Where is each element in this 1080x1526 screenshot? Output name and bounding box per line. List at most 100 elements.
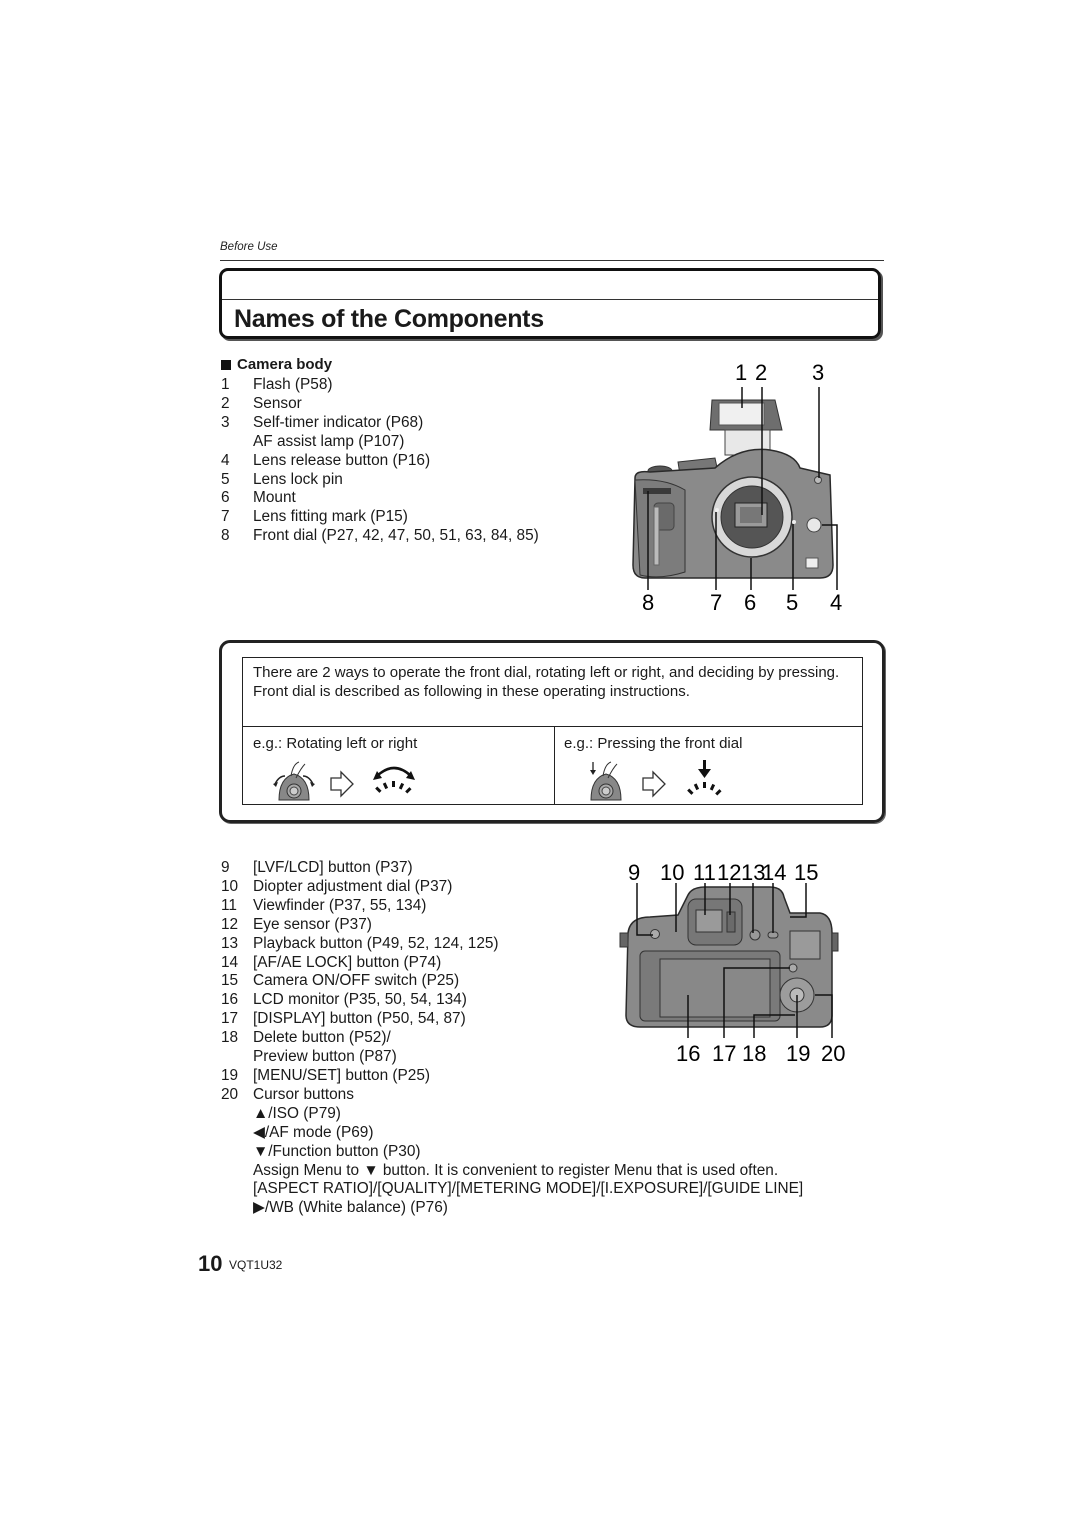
item-text: Viewfinder (P37, 55, 134) xyxy=(253,896,427,914)
list-item: 3 Self-timer indicator (P68) xyxy=(221,414,539,433)
callout-17: 17 xyxy=(712,1041,736,1066)
list-item: 20 Cursor buttons xyxy=(221,1086,803,1105)
front-dial-info-table: There are 2 ways to operate the front di… xyxy=(242,657,863,805)
section-label: Before Use xyxy=(220,241,278,253)
list-item: 1 Flash (P58) xyxy=(221,376,539,395)
item-text: Camera ON/OFF switch (P25) xyxy=(253,972,460,990)
page-title: Names of the Components xyxy=(234,305,544,333)
callout-15: 15 xyxy=(794,860,818,885)
item-text: Lens release button (P16) xyxy=(253,451,431,469)
callout-5: 5 xyxy=(786,590,798,615)
info-paragraph-1: There are 2 ways to operate the front di… xyxy=(253,664,840,681)
callout-1: 1 xyxy=(735,360,747,385)
callout-11: 11 xyxy=(693,860,716,885)
cursor-up-text: /ISO (P79) xyxy=(268,1104,341,1122)
callout-2: 2 xyxy=(755,360,767,385)
callout-7: 7 xyxy=(710,590,722,615)
item-text: Front dial (P27, 42, 47, 50, 51, 63, 84,… xyxy=(253,527,539,545)
item-text: Delete button (P52)/ xyxy=(253,1029,391,1047)
item-number: 13 xyxy=(221,934,239,952)
item-text: Cursor buttons xyxy=(253,1085,354,1103)
list-item-continuation: AF assist lamp (P107) xyxy=(253,432,405,450)
camera-body-heading: Camera body xyxy=(221,356,332,373)
dial-press-hand-icon xyxy=(590,761,622,801)
item-text: Mount xyxy=(253,489,296,507)
title-box: Names of the Components xyxy=(219,268,881,339)
callout-12: 12 xyxy=(717,860,741,885)
item-text: Lens fitting mark (P15) xyxy=(253,508,408,526)
callout-16: 16 xyxy=(676,1041,700,1066)
page-number: 10 xyxy=(198,1251,223,1276)
callout-3: 3 xyxy=(812,360,824,385)
item-number: 7 xyxy=(221,508,230,526)
item-text: [AF/AE LOCK] button (P74) xyxy=(253,953,442,971)
item-number: 2 xyxy=(221,394,230,412)
item-text: [LVF/LCD] button (P37) xyxy=(253,859,413,876)
press-example-label: e.g.: Pressing the front dial xyxy=(564,735,743,752)
item-number: 9 xyxy=(221,859,230,876)
item-text: Diopter adjustment dial (P37) xyxy=(253,877,453,895)
list-item: 7 Lens fitting mark (P15) xyxy=(221,508,539,527)
item-text: Eye sensor (P37) xyxy=(253,915,372,933)
camera-back-illustration: 9 10 11 12 13 14 15 16 17 18 19 20 xyxy=(619,860,845,1066)
document-code: VQT1U32 xyxy=(229,1258,283,1272)
list-item: 6 Mount xyxy=(221,489,539,508)
item-number: 17 xyxy=(221,1010,239,1028)
item-number: 1 xyxy=(221,376,230,393)
cursor-down-item: ▼/Function button (P30) xyxy=(221,1143,803,1162)
arrow-right-outline-icon xyxy=(642,770,666,798)
square-bullet-icon xyxy=(221,359,231,370)
press-down-icon xyxy=(687,760,722,796)
callout-18: 18 xyxy=(742,1041,766,1066)
callout-8: 8 xyxy=(642,590,654,615)
list-item: 4 Lens release button (P16) xyxy=(221,452,539,471)
item-number: 10 xyxy=(221,877,239,895)
item-number: 15 xyxy=(221,972,239,990)
item-number: 11 xyxy=(221,896,237,914)
item-number: 14 xyxy=(221,953,239,971)
callout-20: 20 xyxy=(821,1041,845,1066)
rotate-example-icons xyxy=(273,761,415,801)
header-rule xyxy=(220,260,884,261)
item-text: Flash (P58) xyxy=(253,376,333,393)
list-item: 8 Front dial (P27, 42, 47, 50, 51, 63, 84… xyxy=(221,527,539,546)
item-number: 5 xyxy=(221,470,230,488)
item-text: Playback button (P49, 52, 124, 125) xyxy=(253,934,499,952)
info-paragraph-2: Front dial is described as following in … xyxy=(253,682,690,700)
item-number: 3 xyxy=(221,413,230,431)
item-text: Self-timer indicator (P68) xyxy=(253,413,424,431)
item-number: 16 xyxy=(221,991,239,1009)
triangle-left-icon: ◀ xyxy=(253,1123,265,1141)
arrow-right-outline-icon xyxy=(330,770,354,798)
item-text: LCD monitor (P35, 50, 54, 134) xyxy=(253,991,467,1009)
item-number: 8 xyxy=(221,527,230,545)
item-number: 6 xyxy=(221,489,230,507)
item-text: [DISPLAY] button (P50, 54, 87) xyxy=(253,1010,466,1028)
cursor-right-text: /WB (White balance) (P76) xyxy=(264,1199,448,1217)
cursor-left-item: ◀/AF mode (P69) xyxy=(221,1124,803,1143)
triangle-right-icon: ▶ xyxy=(253,1199,265,1217)
callout-14: 14 xyxy=(762,860,786,885)
callout-6: 6 xyxy=(744,590,756,615)
item-text: Sensor xyxy=(253,394,302,412)
callout-19: 19 xyxy=(786,1041,810,1066)
item-number: 20 xyxy=(221,1085,239,1103)
item-text: Lens lock pin xyxy=(253,470,343,488)
info-column-divider xyxy=(554,726,555,804)
item-text: [MENU/SET] button (P25) xyxy=(253,1066,431,1084)
info-divider xyxy=(243,726,862,727)
camera-front-illustration: 1 2 3 4 5 6 7 8 xyxy=(632,360,842,615)
title-inner-rule xyxy=(222,299,878,300)
list-item: 5 Lens lock pin xyxy=(221,471,539,490)
cursor-left-text: /AF mode (P69) xyxy=(264,1123,374,1141)
list-item: 2 Sensor xyxy=(221,395,539,414)
cursor-up-item: ▲/ISO (P79) xyxy=(221,1105,803,1124)
front-components-list: 1 Flash (P58) 2 Sensor 3 Self-timer indicat… xyxy=(221,376,539,546)
camera-front-body xyxy=(632,399,834,579)
item-number: 18 xyxy=(221,1029,239,1047)
press-example-icons xyxy=(590,760,722,801)
item-number: 4 xyxy=(221,451,230,469)
cursor-right-item: ▶/WB (White balance) (P76) xyxy=(221,1199,803,1218)
front-dial-info-box: There are 2 ways to operate the front di… xyxy=(219,640,885,823)
callout-9: 9 xyxy=(628,860,640,885)
